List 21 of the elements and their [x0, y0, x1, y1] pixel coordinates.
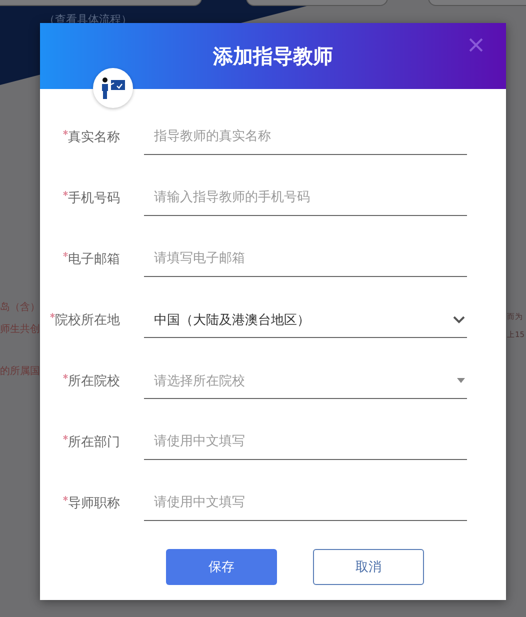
cancel-button[interactable]: 取消: [313, 549, 424, 585]
teacher-board-icon: [100, 77, 126, 99]
dropdown-field[interactable]: 中国（大陆及港澳台地区）: [144, 302, 467, 338]
input-field[interactable]: 请使用中文填写: [144, 424, 467, 460]
input-field[interactable]: 请使用中文填写: [144, 485, 467, 521]
input-field[interactable]: 请填写电子邮箱: [144, 241, 467, 277]
dialog-title: 添加指导教师: [213, 42, 333, 70]
caret-down-icon: [457, 378, 465, 383]
close-icon[interactable]: [468, 37, 484, 53]
input-field[interactable]: 指导教师的真实名称: [144, 119, 467, 155]
save-button[interactable]: 保存: [166, 549, 277, 585]
field-label: 手机号码: [40, 189, 120, 216]
field-label: 真实名称: [40, 128, 120, 155]
field-label: 所在部门: [40, 433, 120, 460]
field-label: 所在院校: [40, 372, 120, 399]
select-field[interactable]: 请选择所在院校: [144, 363, 467, 399]
input-field[interactable]: 请输入指导教师的手机号码: [144, 180, 467, 216]
field-label: 院校所在地: [40, 311, 120, 338]
chevron-down-icon: [453, 316, 465, 324]
field-label: 导师职称: [40, 494, 120, 521]
field-label: 电子邮箱: [40, 250, 120, 277]
